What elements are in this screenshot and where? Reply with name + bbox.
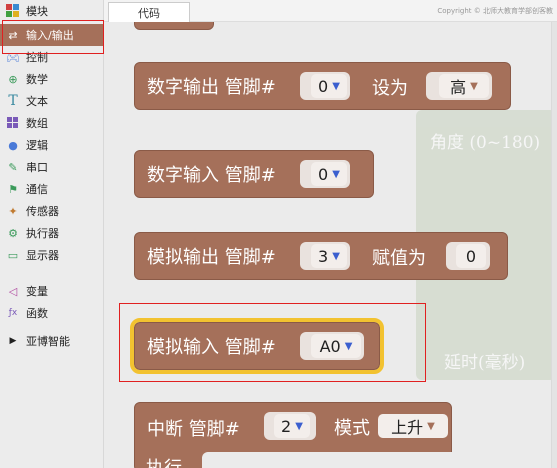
toolbox-title: 模块 — [26, 5, 48, 18]
pin-dropdown[interactable]: 2 ▼ — [274, 414, 310, 438]
category-serial[interactable]: ✎ 串口 — [0, 156, 104, 178]
pin-dropdown[interactable]: 0 ▼ — [311, 74, 347, 98]
category-label: 变量 — [26, 285, 48, 298]
function-icon: ƒx — [8, 308, 18, 318]
tab-bar: 代码 Copyright © 北师大教育学部创客教 — [104, 0, 557, 22]
category-logic[interactable]: ● 逻辑 — [0, 134, 104, 156]
communication-icon: ⚑ — [8, 182, 18, 196]
category-label: 亚博智能 — [26, 335, 70, 348]
chevron-down-icon: ▼ — [427, 420, 435, 432]
assign-label: 赋值为 — [372, 248, 426, 269]
category-sensor[interactable]: ✦ 传感器 — [0, 200, 104, 222]
annotation-box-category — [2, 20, 104, 54]
copyright-text: Copyright © 北师大教育学部创客教 — [437, 7, 553, 15]
category-label: 数组 — [26, 117, 48, 130]
toolbox-sidebar: 模块 ⇄ 输入/输出 🎮︎ 控制 ⊕ 数学 T 文本 数组 ● 逻辑 ✎ 串口 … — [0, 0, 104, 468]
block-label: 中断 管脚# — [147, 419, 240, 440]
ghost-angle-label: 角度 (0~180) — [430, 133, 541, 153]
category-function[interactable]: ƒx 函数 — [0, 302, 104, 324]
category-label: 串口 — [26, 161, 48, 174]
block-label: 数字输出 管脚# — [147, 77, 276, 98]
category-actuator[interactable]: ⚙ 执行器 — [0, 222, 104, 244]
statement-slot — [202, 452, 452, 468]
category-yahboom[interactable]: ▶ 亚博智能 — [0, 330, 104, 352]
input-value: 0 — [465, 246, 477, 266]
dropdown-value: 上升 — [391, 418, 424, 437]
block-label: 模拟输出 管脚# — [147, 247, 276, 268]
chevron-down-icon: ▼ — [332, 80, 340, 92]
chevron-down-icon: ▼ — [295, 420, 303, 432]
chevron-down-icon: ▼ — [332, 250, 340, 262]
annotation-box-analog-input — [119, 303, 426, 382]
category-label: 传感器 — [26, 205, 59, 218]
serial-icon: ✎ — [8, 160, 18, 174]
category-text[interactable]: T 文本 — [0, 90, 104, 112]
pin-dropdown[interactable]: 3 ▼ — [311, 244, 347, 268]
display-icon: ▭ — [7, 248, 19, 262]
category-variable[interactable]: ◁ 变量 — [0, 280, 104, 302]
blocks-icon — [6, 4, 20, 18]
category-array[interactable]: 数组 — [0, 112, 104, 134]
category-label: 函数 — [26, 307, 48, 320]
category-label: 显示器 — [26, 249, 59, 262]
dropdown-value: 0 — [318, 164, 329, 184]
math-icon: ⊕ — [8, 72, 18, 86]
value-dropdown[interactable]: 高 ▼ — [439, 74, 489, 98]
dropdown-value: 0 — [318, 76, 329, 96]
category-communication[interactable]: ⚑ 通信 — [0, 178, 104, 200]
block-label: 数字输入 管脚# — [147, 165, 276, 186]
category-label: 逻辑 — [26, 139, 48, 152]
text-icon: T — [8, 93, 18, 109]
category-label: 通信 — [26, 183, 48, 196]
array-icon — [6, 116, 20, 130]
sensor-icon: ✦ — [8, 204, 18, 218]
dropdown-value: 3 — [318, 246, 329, 266]
category-display[interactable]: ▭ 显示器 — [0, 244, 104, 266]
triangle-right-icon: ▶ — [9, 336, 17, 346]
dropdown-value: 高 — [450, 78, 467, 97]
value-input[interactable]: 0 — [456, 244, 486, 268]
pin-dropdown[interactable]: 0 ▼ — [311, 162, 347, 186]
ghost-delay-label: 延时(毫秒) — [444, 353, 526, 373]
logic-icon: ● — [8, 138, 18, 152]
actuator-icon: ⚙ — [8, 226, 18, 240]
variable-icon: ◁ — [8, 284, 18, 298]
tab-code[interactable]: 代码 — [108, 2, 190, 22]
chevron-down-icon: ▼ — [470, 80, 478, 92]
block-workspace[interactable]: 角度 (0~180) 延时(毫秒) 数字输出 管脚# 0 ▼ 设为 高 ▼ 数字输入… — [104, 22, 557, 468]
mode-dropdown[interactable]: 上升 ▼ — [378, 414, 448, 438]
partial-block[interactable] — [134, 22, 214, 30]
category-math[interactable]: ⊕ 数学 — [0, 68, 104, 90]
chevron-down-icon: ▼ — [332, 168, 340, 180]
category-label: 数学 — [26, 73, 48, 86]
dropdown-value: 2 — [281, 416, 292, 436]
set-label: 设为 — [372, 78, 408, 99]
mode-label: 模式 — [334, 418, 370, 439]
toolbox-header: 模块 — [0, 0, 104, 22]
workspace-scroll-edge[interactable] — [551, 22, 557, 468]
category-label: 执行器 — [26, 227, 59, 240]
exec-label: 执行 — [146, 454, 182, 468]
category-label: 文本 — [26, 95, 48, 108]
